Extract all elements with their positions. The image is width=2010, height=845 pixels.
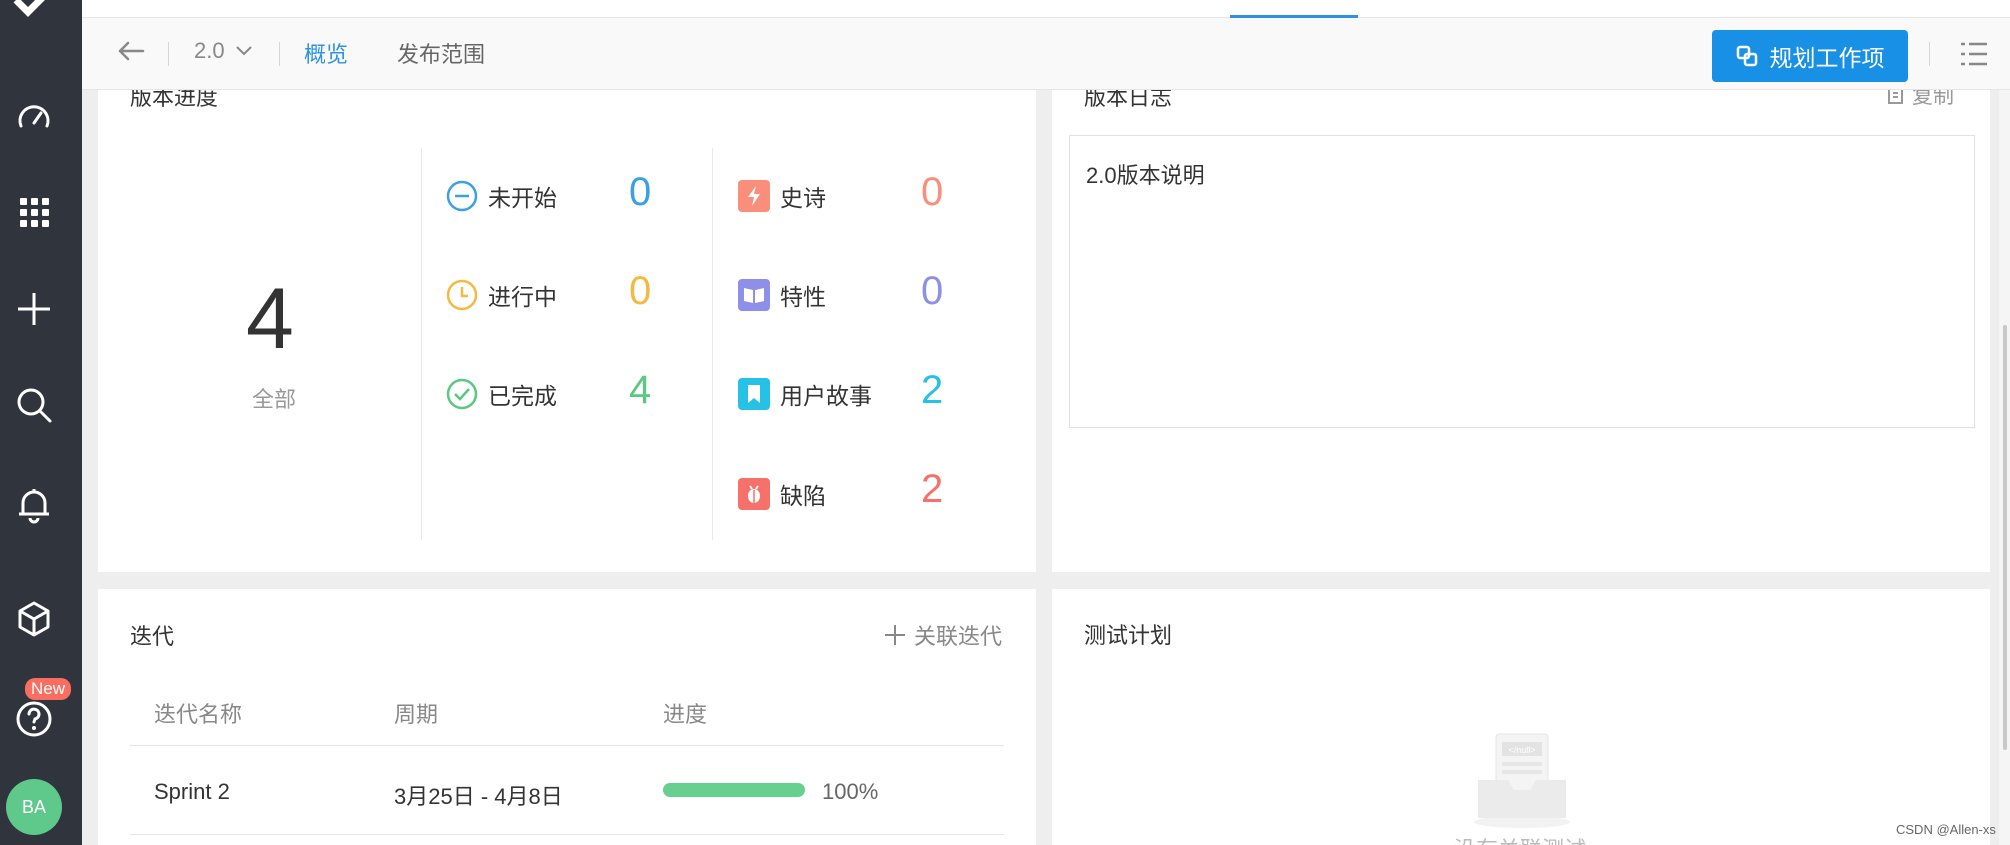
link-items-icon [1736,45,1757,67]
type-label: 用户故事 [780,383,872,409]
status-in-progress[interactable]: 进行中 [446,278,557,312]
type-count: 2 [921,368,944,412]
top-tab-strip [82,0,2010,18]
type-count: 0 [921,269,944,313]
avatar[interactable]: BA [6,779,62,835]
column-header: 迭代名称 [154,702,243,727]
plan-work-items-button[interactable]: 规划工作项 [1712,30,1908,82]
version-header: 2.0 概览 发布范围 规划工作项 [82,18,2010,90]
left-nav: New BA [0,0,82,845]
table-divider [130,834,1004,835]
type-count: 2 [921,467,944,511]
type-label: 特性 [780,284,826,310]
total-count-label: 全部 [252,387,297,412]
page-scrollbar-thumb[interactable] [2003,325,2007,750]
apps-icon[interactable] [13,191,55,233]
iteration-panel-title: 迭代 [130,624,175,649]
help-icon[interactable] [13,698,55,740]
list-view-icon[interactable] [1958,38,1990,70]
book-icon [738,279,770,311]
bell-icon[interactable] [13,484,55,526]
chevron-down-icon [235,46,252,56]
header-divider [279,42,280,66]
bug-icon [738,478,770,510]
type-label: 缺陷 [780,483,826,509]
iteration-progress-fill [663,783,805,797]
empty-inbox-icon: </null> [1474,733,1570,828]
stat-divider [712,148,713,540]
dashboard-icon[interactable] [13,97,55,139]
type-label: 史诗 [780,185,826,211]
check-circle-icon [446,378,478,410]
tab-release-scope[interactable]: 发布范围 [397,37,485,69]
type-defect[interactable]: 缺陷 [738,477,826,511]
search-icon[interactable] [13,384,55,426]
header-divider [168,42,169,66]
iteration-progress-bar [663,783,805,797]
header-divider [1929,42,1930,66]
lightning-icon [738,180,770,212]
status-count: 0 [629,170,652,214]
link-iteration-label: 关联迭代 [914,624,1003,649]
status-not-started[interactable]: 未开始 [446,179,557,213]
not-started-icon [446,180,478,212]
version-progress-panel [98,90,1036,572]
empty-ill-text: </null> [1508,745,1535,755]
version-selector[interactable]: 2.0 [194,38,253,64]
iteration-progress-text: 100% [822,779,879,804]
version-log-text: 2.0版本说明 [1086,163,1205,188]
status-label: 已完成 [488,383,557,409]
empty-state-text: 没有关联测试 [1454,832,1586,845]
version-label: 2.0 [194,38,225,63]
status-label: 进行中 [488,284,557,310]
logo-icon[interactable] [8,0,58,22]
link-iteration-button[interactable]: 关联迭代 [884,619,1002,651]
status-count: 4 [629,368,652,412]
type-user-story[interactable]: 用户故事 [738,377,872,411]
stat-divider [421,148,422,540]
column-header: 进度 [663,702,708,727]
status-count: 0 [629,269,652,313]
add-icon[interactable] [13,288,55,330]
back-arrow-icon[interactable] [116,36,146,66]
type-feature[interactable]: 特性 [738,278,826,312]
column-header: 周期 [394,702,439,727]
watermark: CSDN @Allen-xs [1896,822,1996,837]
version-log-editor[interactable]: 2.0版本说明 [1069,135,1975,428]
table-divider [130,745,1004,746]
plus-icon [885,625,905,645]
clock-icon [446,279,478,311]
type-epic[interactable]: 史诗 [738,179,826,213]
iteration-period: 3月25日 - 4月8日 [394,784,563,809]
type-count: 0 [921,170,944,214]
tab-overview[interactable]: 概览 [304,37,348,69]
test-plan-title: 测试计划 [1084,623,1173,648]
total-count: 4 [246,271,294,367]
iteration-name[interactable]: Sprint 2 [154,779,230,805]
new-badge: New [25,678,72,700]
status-done[interactable]: 已完成 [446,377,557,411]
plan-work-items-label: 规划工作项 [1769,45,1885,71]
product-icon[interactable] [13,598,55,640]
status-label: 未开始 [488,185,557,211]
bookmark-icon [738,378,770,410]
